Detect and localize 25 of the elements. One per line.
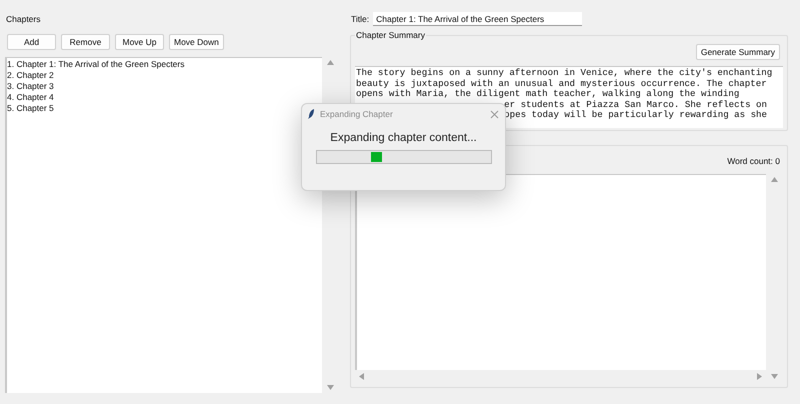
generate-summary-button[interactable]: Generate Summary <box>696 44 780 60</box>
field-label: Title: <box>351 14 370 24</box>
title-field[interactable]: Chapter 1: The Arrival of the Green Specters <box>373 12 582 26</box>
scroll-down-icon[interactable] <box>327 385 334 390</box>
scroll-left-icon[interactable] <box>359 372 364 380</box>
chapter-list[interactable]: 1. Chapter 1: The Arrival of the Green Specters 2. Chapter 2 3. Chapter 3 4. Chapter 4 5. Chapter 5 <box>5 57 322 393</box>
frame-label: Chapter Summary <box>355 30 426 40</box>
close-icon[interactable] <box>490 110 499 118</box>
chapter-item[interactable]: 2. Chapter 2 <box>7 70 322 81</box>
toolbar-button[interactable]: Move Down <box>169 34 224 50</box>
toolbar-button[interactable]: Remove <box>61 34 110 50</box>
chapter-item[interactable]: 3. Chapter 3 <box>7 81 322 92</box>
feather-icon <box>308 109 315 119</box>
chapter-item[interactable]: 4. Chapter 4 <box>7 92 322 103</box>
toolbar-button[interactable]: Move Up <box>115 34 164 50</box>
scroll-down-icon[interactable] <box>771 374 778 379</box>
chapter-item[interactable]: 1. Chapter 1: The Arrival of the Green Specters <box>7 59 322 70</box>
word-count: Word count: 0 <box>727 156 780 166</box>
section-label: Chapters <box>6 14 42 26</box>
scroll-up-icon[interactable] <box>327 60 334 65</box>
toolbar-button[interactable]: Add <box>7 34 56 50</box>
scroll-right-icon[interactable] <box>757 372 762 380</box>
content-text-area[interactable] <box>355 174 766 370</box>
scroll-up-icon[interactable] <box>771 177 778 182</box>
progress-message: Expanding chapter content... <box>329 132 478 144</box>
